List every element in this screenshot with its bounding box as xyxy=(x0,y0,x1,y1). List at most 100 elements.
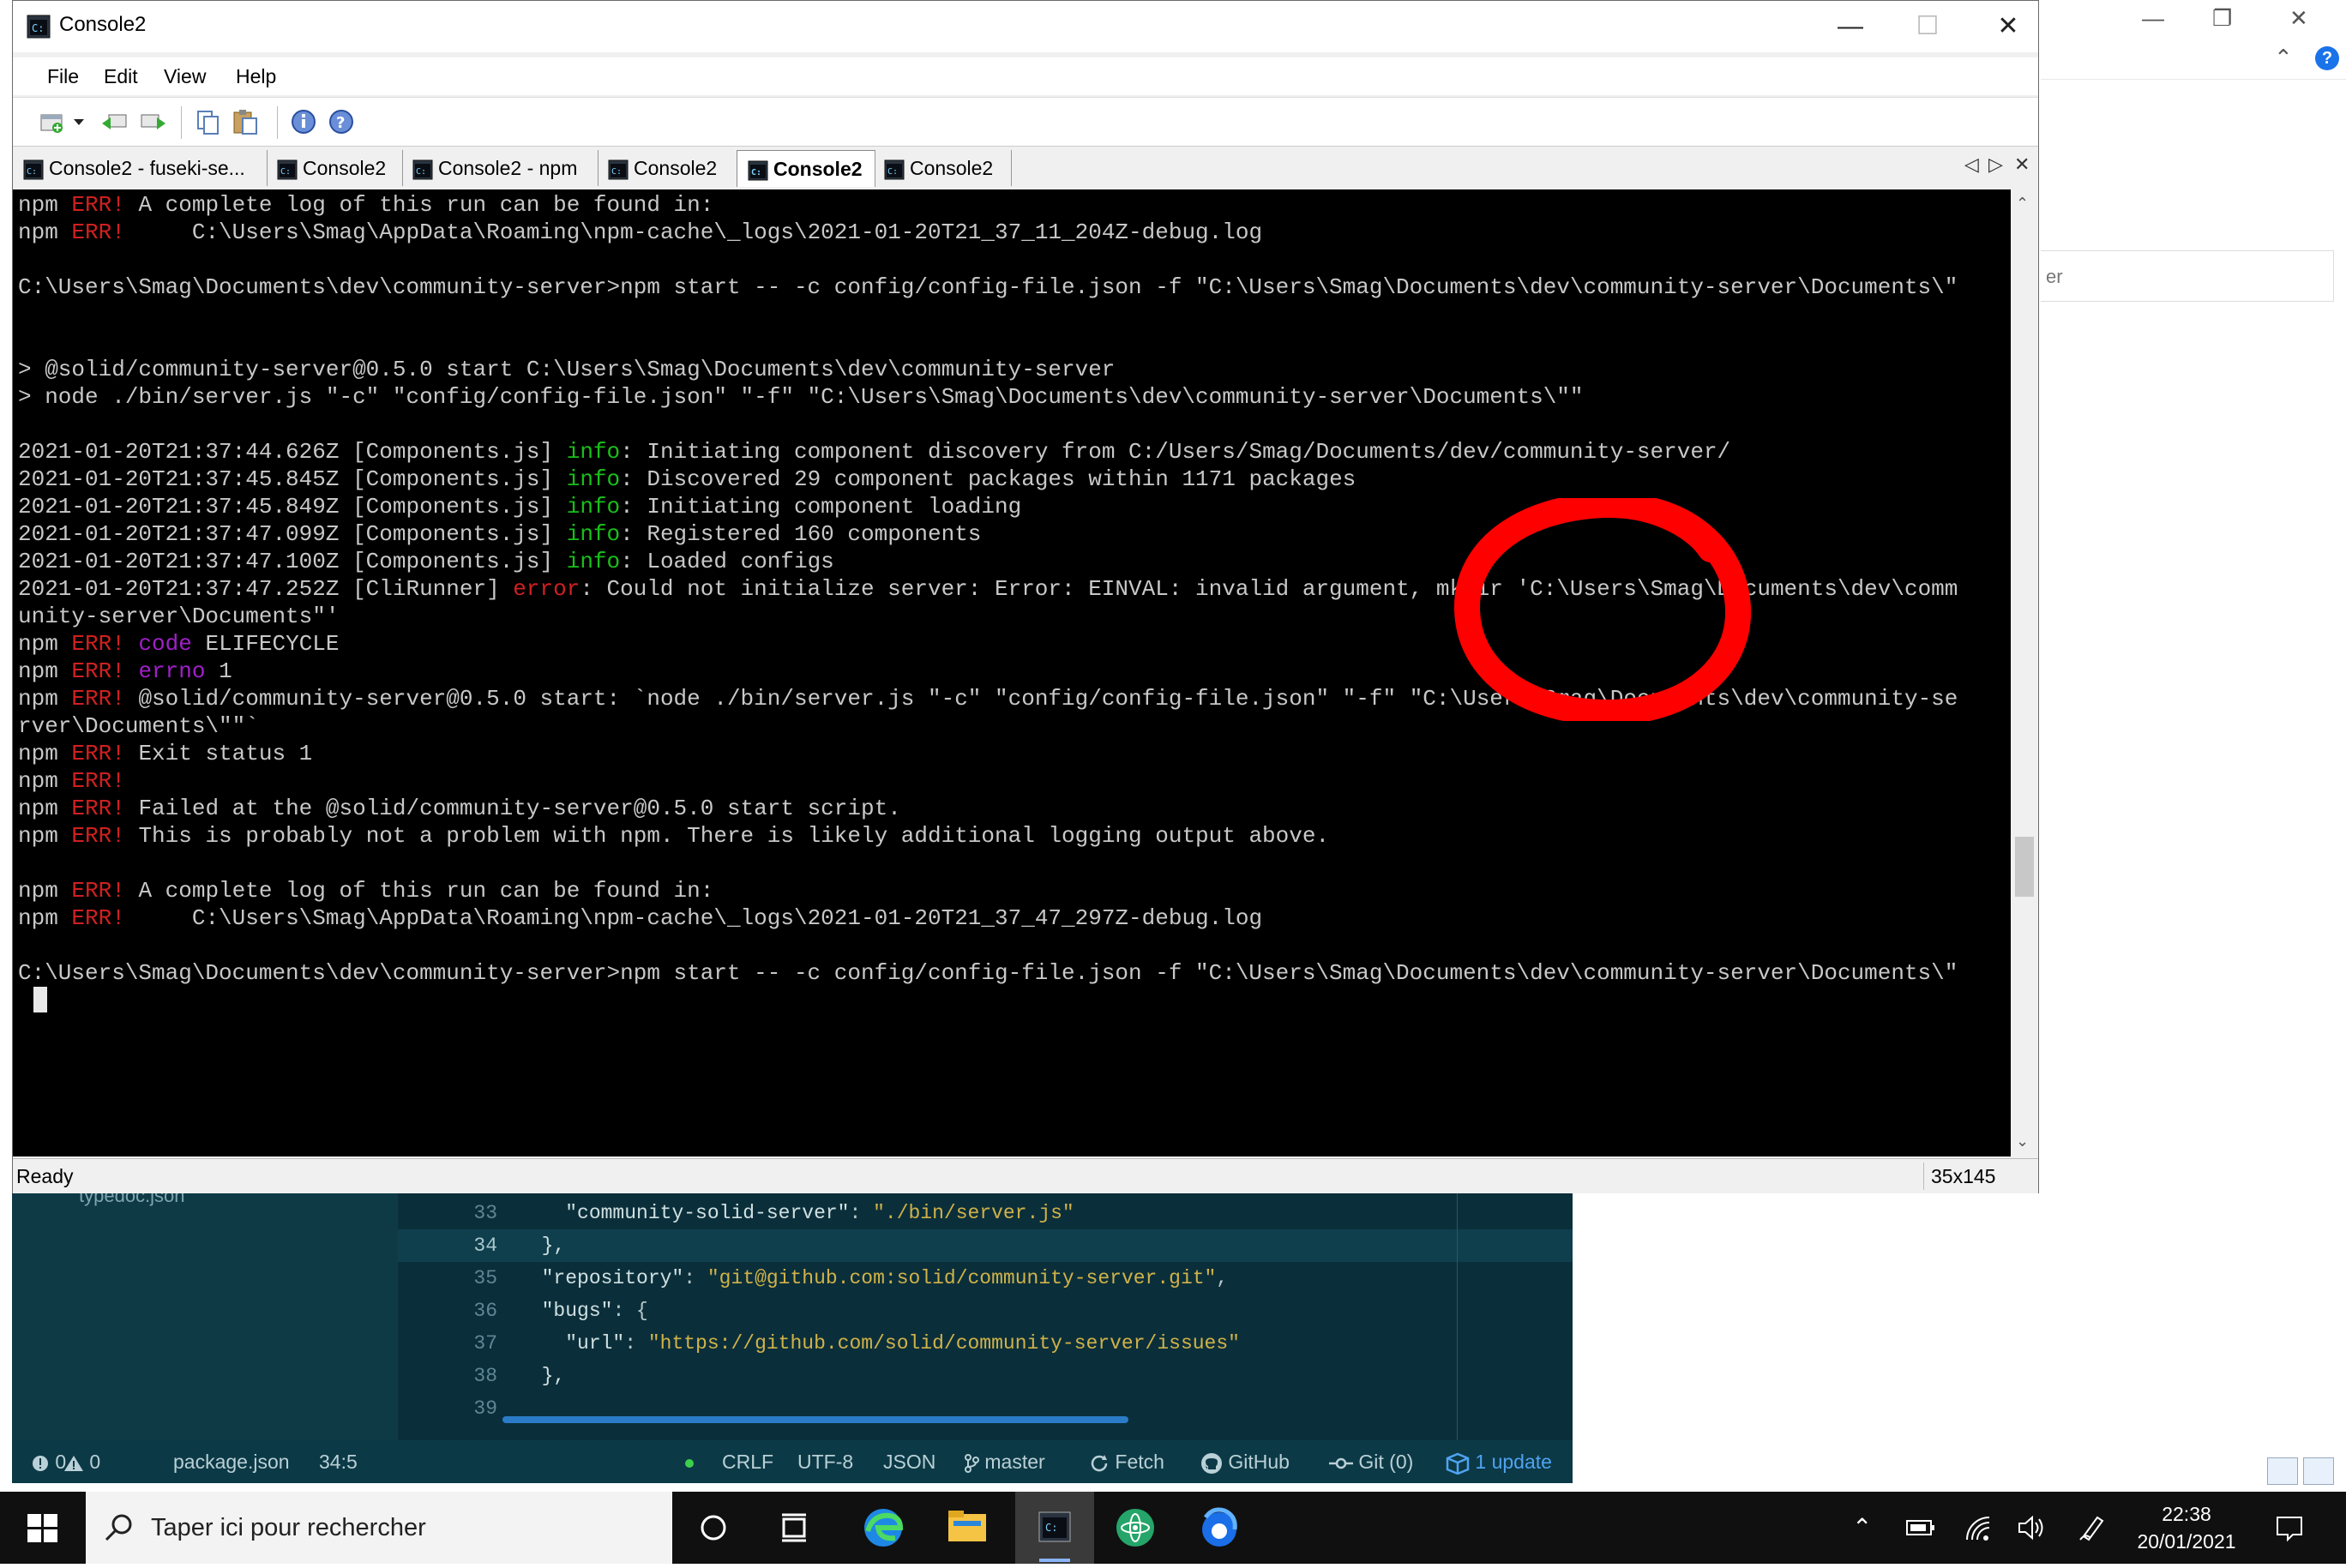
scroll-down-icon[interactable]: ⌄ xyxy=(2016,1132,2029,1150)
horizontal-scrollbar[interactable] xyxy=(502,1416,1128,1423)
terminal-line: 2021-01-20T21:37:45.845Z [Components.js]… xyxy=(18,466,1356,493)
toolbar: ? xyxy=(13,97,2038,147)
tab-console-0[interactable]: C: Console2 - fuseki-se... xyxy=(13,150,268,186)
branch-status[interactable]: master xyxy=(964,1440,1045,1483)
language-status[interactable]: JSON xyxy=(883,1440,935,1483)
bg-restore-button[interactable]: ❐ xyxy=(2212,5,2232,32)
scroll-up-icon[interactable]: ⌃ xyxy=(2016,195,2029,213)
code-line[interactable]: 34 }, xyxy=(398,1229,1573,1262)
tab-console-2[interactable]: C: Console2 - npm xyxy=(402,150,599,186)
thumbnail-view-icon[interactable] xyxy=(2303,1457,2334,1485)
code-text: }, xyxy=(518,1229,566,1262)
update-status[interactable]: 1 update xyxy=(1446,1440,1552,1483)
code-line[interactable]: 38 }, xyxy=(398,1360,1573,1392)
terminal-text: : Loaded configs xyxy=(620,549,834,574)
pen-workspace-icon[interactable] xyxy=(2077,1512,2108,1543)
terminal-line: npm ERR! Exit status 1 xyxy=(18,740,312,767)
code-line[interactable]: 35 "repository": "git@github.com:solid/c… xyxy=(398,1262,1573,1295)
show-hidden-icons-chevron-up-icon[interactable]: ⌃ xyxy=(1852,1492,1872,1564)
close-button[interactable]: ✕ xyxy=(1970,1,2047,52)
new-tab-icon[interactable] xyxy=(39,108,68,135)
github-status[interactable]: GitHub xyxy=(1200,1440,1290,1483)
chevron-up-icon[interactable]: ⌃ xyxy=(2274,45,2293,71)
help-icon[interactable]: ? xyxy=(2315,46,2339,70)
system-clock[interactable]: 22:38 20/01/2021 xyxy=(2118,1500,2255,1555)
task-view-button[interactable] xyxy=(758,1492,830,1564)
git-status[interactable]: Git (0) xyxy=(1329,1440,1413,1483)
battery-icon[interactable] xyxy=(1905,1517,1936,1538)
terminal-output[interactable]: npm ERR! A complete log of this run can … xyxy=(13,189,2011,1156)
code-editor[interactable]: 33 "community-solid-server": "./bin/serv… xyxy=(398,1192,1573,1440)
notifications-icon[interactable] xyxy=(2274,1512,2305,1543)
tab-console-5[interactable]: C: Console2 xyxy=(874,150,1012,186)
help-icon[interactable]: ? xyxy=(327,108,356,135)
line-number: 35 xyxy=(473,1267,497,1289)
file-explorer-button[interactable] xyxy=(931,1492,1003,1564)
github-icon xyxy=(1201,1452,1222,1474)
info-icon[interactable] xyxy=(289,108,318,135)
wifi-icon[interactable] xyxy=(1964,1514,1993,1541)
maximize-button[interactable]: ☐ xyxy=(1889,1,1966,52)
firefox-button[interactable] xyxy=(1183,1492,1255,1564)
scrollbar-thumb[interactable] xyxy=(2015,837,2034,897)
encoding-status[interactable]: UTF-8 xyxy=(797,1440,853,1483)
volume-icon[interactable] xyxy=(2017,1514,2046,1541)
git-commit-icon xyxy=(1329,1457,1353,1469)
chevron-down-icon[interactable] xyxy=(71,108,87,135)
previous-tab-icon[interactable] xyxy=(100,108,129,135)
warnings-status[interactable]: 0 xyxy=(63,1440,100,1483)
terminal-text: : Initiating component loading xyxy=(620,494,1022,520)
file-name-status[interactable]: package.json xyxy=(173,1440,290,1483)
folder-icon xyxy=(948,1511,986,1541)
cursor-position-status[interactable]: 34:5 xyxy=(319,1440,358,1483)
next-tab-icon[interactable] xyxy=(138,108,167,135)
tab-console-3[interactable]: C: Console2 xyxy=(598,150,737,186)
terminal-text: 1 xyxy=(205,658,232,684)
paste-icon[interactable] xyxy=(231,108,260,135)
eol-status[interactable]: CRLF xyxy=(722,1440,773,1483)
cortana-button[interactable] xyxy=(677,1492,749,1564)
bg-close-button[interactable]: ✕ xyxy=(2289,5,2308,32)
log-level-token: info xyxy=(566,521,621,547)
menu-help[interactable]: Help xyxy=(236,57,276,95)
tab-console-4[interactable]: C: Console2 xyxy=(737,150,875,187)
console2-taskbar-button[interactable]: C: xyxy=(1015,1492,1094,1564)
edge-button[interactable] xyxy=(847,1492,919,1564)
title-bar[interactable]: C: Console2 — ☐ ✕ xyxy=(13,1,2038,52)
taskbar-search-box[interactable]: Taper ici pour rechercher xyxy=(86,1492,672,1564)
taskbar: Taper ici pour rechercher C: ⌃ 22:38 20/… xyxy=(0,1492,2346,1564)
menu-file[interactable]: File xyxy=(47,57,79,95)
terminal-text: This is probably not a problem with npm.… xyxy=(124,823,1330,849)
branch-name: master xyxy=(984,1451,1045,1473)
copy-icon[interactable] xyxy=(193,108,222,135)
fetch-status[interactable]: Fetch xyxy=(1089,1440,1164,1483)
menu-edit[interactable]: Edit xyxy=(104,57,138,95)
code-line[interactable]: 37 "url": "https://github.com/solid/comm… xyxy=(398,1327,1573,1360)
view-toggle[interactable] xyxy=(2267,1457,2339,1489)
atom-button[interactable] xyxy=(1099,1492,1171,1564)
terminal-text: npm xyxy=(18,192,72,218)
details-view-icon[interactable] xyxy=(2267,1457,2298,1485)
menu-bar: File Edit View Help xyxy=(13,57,2038,95)
menu-view[interactable]: View xyxy=(164,57,206,95)
bg-minimize-button[interactable]: — xyxy=(2142,5,2164,32)
bg-input-field[interactable]: er xyxy=(2041,250,2334,302)
log-level-token: info xyxy=(566,439,621,465)
minimize-button[interactable]: — xyxy=(1812,1,1889,52)
tab-scroll-left-icon[interactable]: ◁ xyxy=(1964,153,1979,176)
terminal-text: rver\Documents\""` xyxy=(18,713,259,739)
start-button[interactable] xyxy=(0,1492,86,1564)
vertical-scrollbar[interactable]: ⌃ ⌄ xyxy=(2011,189,2038,1156)
code-line[interactable]: 36 "bugs": { xyxy=(398,1295,1573,1327)
terminal-line: npm ERR! C:\Users\Smag\AppData\Roaming\n… xyxy=(18,904,1262,932)
errors-status[interactable]: 0 xyxy=(31,1440,66,1483)
tab-console-1[interactable]: C: Console2 xyxy=(267,150,403,186)
terminal-line: rver\Documents\""` xyxy=(18,712,259,740)
line-number: 39 xyxy=(473,1397,497,1420)
close-tab-icon[interactable]: ✕ xyxy=(2014,153,2030,176)
tab-scroll-right-icon[interactable]: ▷ xyxy=(1988,153,2003,176)
code-line[interactable]: 33 "community-solid-server": "./bin/serv… xyxy=(398,1197,1573,1229)
code-text: "community-solid-server": "./bin/server.… xyxy=(518,1197,1074,1229)
